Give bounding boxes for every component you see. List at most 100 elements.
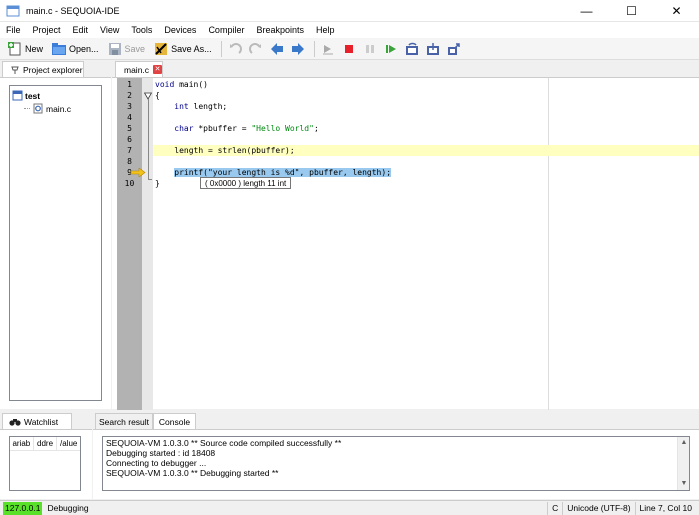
line-number: 2 xyxy=(127,91,132,100)
title-bar: main.c - SEQUOIA-IDE — ☐ ✕ xyxy=(0,0,699,22)
variable-tooltip: ( 0x0000 ) length 11 int xyxy=(200,177,292,189)
menu-breakpoints[interactable]: Breakpoints xyxy=(250,22,310,38)
menu-edit[interactable]: Edit xyxy=(67,22,95,38)
open-folder-icon xyxy=(52,42,67,55)
project-icon xyxy=(12,90,23,101)
tab-console[interactable]: Console xyxy=(153,413,196,430)
line-number: 6 xyxy=(127,135,132,144)
tree-item-main-c[interactable]: main.c xyxy=(24,103,101,114)
maximize-button[interactable]: ☐ xyxy=(609,0,654,22)
toolbar-separator xyxy=(313,40,315,57)
output-pane: Search result Console SEQUOIA-VM 1.0.3.0… xyxy=(93,411,699,499)
close-button[interactable]: ✕ xyxy=(654,0,699,22)
column-header-variable[interactable]: ariab xyxy=(10,437,34,450)
minimize-button[interactable]: — xyxy=(564,0,609,22)
line-number: 10 xyxy=(124,179,135,188)
column-header-value[interactable]: /alue xyxy=(57,437,80,450)
scroll-down-icon[interactable]: ▼ xyxy=(678,478,690,490)
app-icon xyxy=(6,5,20,16)
project-explorer-pane: Project explorer test main.c xyxy=(0,61,111,409)
tab-main-c[interactable]: main.c ✕ xyxy=(115,61,163,77)
save-button[interactable]: Save xyxy=(104,39,149,59)
encoding-indicator: Unicode (UTF-8) xyxy=(562,502,634,515)
execution-pointer-icon xyxy=(130,168,146,177)
new-file-icon xyxy=(8,41,21,55)
run-to-cursor-button[interactable] xyxy=(319,40,337,58)
tab-watchlist[interactable]: Watchlist xyxy=(2,413,72,430)
open-button[interactable]: Open... xyxy=(48,39,102,59)
forward-button[interactable] xyxy=(289,40,307,58)
fold-guide-end xyxy=(148,179,152,180)
menu-view[interactable]: View xyxy=(94,22,125,38)
step-over-icon xyxy=(405,42,418,55)
arrow-left-icon xyxy=(270,42,283,55)
continue-button[interactable] xyxy=(382,40,400,58)
column-header-address[interactable]: ddre xyxy=(34,437,58,450)
tab-project-explorer[interactable]: Project explorer xyxy=(2,61,84,78)
c-file-icon xyxy=(33,103,43,114)
console-line: Debugging started : id 18408 xyxy=(106,448,216,458)
line-number: 5 xyxy=(127,124,132,133)
save-as-button[interactable]: Save As... xyxy=(150,39,215,59)
run-cursor-icon xyxy=(322,44,333,54)
new-button[interactable]: New xyxy=(4,39,46,59)
console-output[interactable]: SEQUOIA-VM 1.0.3.0 ** Source code compil… xyxy=(102,436,690,491)
menu-tools[interactable]: Tools xyxy=(125,22,158,38)
debug-state: Debugging xyxy=(47,503,89,513)
step-over-button[interactable] xyxy=(403,40,421,58)
stop-button[interactable] xyxy=(340,40,358,58)
arrow-right-icon xyxy=(291,42,304,55)
line-number: 7 xyxy=(127,146,132,155)
back-button[interactable] xyxy=(268,40,286,58)
console-line: SEQUOIA-VM 1.0.3.0 ** Debugging started … xyxy=(106,468,279,478)
project-tree: test main.c xyxy=(9,85,102,401)
step-into-button[interactable] xyxy=(424,40,442,58)
fold-guide-line xyxy=(148,99,149,179)
connection-ip-badge: 127.0.0.1 xyxy=(3,501,43,515)
console-line: SEQUOIA-VM 1.0.3.0 ** Source code compil… xyxy=(106,438,342,448)
code-line-2: { xyxy=(155,91,160,100)
line-number: 1 xyxy=(127,80,132,89)
redo-button[interactable] xyxy=(247,40,265,58)
undo-icon xyxy=(229,42,242,54)
undo-button[interactable] xyxy=(226,40,244,58)
cursor-position: Line 7, Col 10 xyxy=(634,502,696,515)
stop-icon xyxy=(344,44,353,53)
code-line-10: } xyxy=(155,179,160,188)
step-into-icon xyxy=(426,42,439,55)
tree-item-project[interactable]: test xyxy=(12,90,101,101)
scroll-up-icon[interactable]: ▲ xyxy=(678,437,690,449)
pause-button[interactable] xyxy=(361,40,379,58)
watchlist-table[interactable]: ariab ddre /alue xyxy=(9,436,81,491)
step-out-icon xyxy=(447,42,460,55)
code-line-5: char *pbuffer = "Hello World"; xyxy=(174,124,319,133)
menu-compiler[interactable]: Compiler xyxy=(202,22,250,38)
code-line-1: void main() xyxy=(155,80,208,89)
save-as-icon xyxy=(155,42,168,55)
menu-devices[interactable]: Devices xyxy=(158,22,202,38)
menu-project[interactable]: Project xyxy=(27,22,67,38)
console-scrollbar[interactable]: ▲ ▼ xyxy=(677,437,689,490)
tab-close-icon[interactable]: ✕ xyxy=(153,65,162,74)
code-editor[interactable]: 1 2 3 4 5 6 7 8 9 10 void main() { int l… xyxy=(112,77,699,410)
menu-bar: File Project Edit View Tools Devices Com… xyxy=(0,22,699,38)
line-number: 3 xyxy=(127,102,132,111)
line-number: 4 xyxy=(127,113,132,122)
step-out-button[interactable] xyxy=(445,40,463,58)
code-line-7: length = strlen(pbuffer); xyxy=(155,146,295,155)
play-icon xyxy=(385,44,396,53)
status-bar: 127.0.0.1 Debugging C Unicode (UTF-8) Li… xyxy=(0,500,699,515)
menu-file[interactable]: File xyxy=(0,22,27,38)
menu-help[interactable]: Help xyxy=(310,22,341,38)
console-line: Connecting to debugger ... xyxy=(106,458,207,468)
redo-icon xyxy=(248,42,261,54)
pin-icon xyxy=(11,66,19,74)
binoculars-icon xyxy=(9,419,21,426)
right-margin-guide xyxy=(548,78,549,410)
line-number: 8 xyxy=(127,157,132,166)
tab-search-result[interactable]: Search result xyxy=(95,413,153,430)
save-disk-icon xyxy=(108,42,121,55)
window-title: main.c - SEQUOIA-IDE xyxy=(26,5,120,16)
language-mode: C xyxy=(547,502,562,515)
code-line-3: int length; xyxy=(174,102,228,111)
